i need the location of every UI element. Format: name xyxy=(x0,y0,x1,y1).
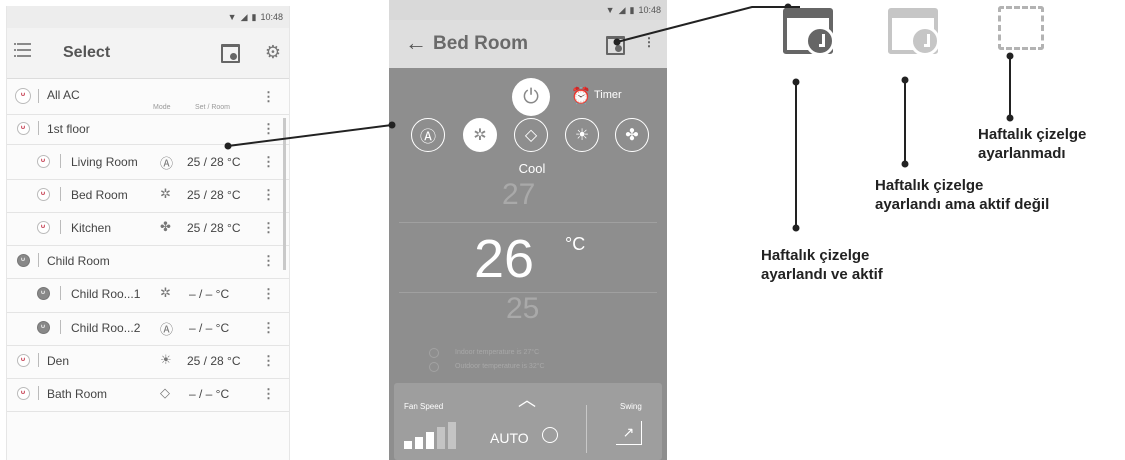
connector-dot xyxy=(613,38,621,46)
connector-dot xyxy=(1006,52,1014,60)
connector-line xyxy=(616,6,800,43)
schedule-active-icon xyxy=(783,8,835,56)
connector-dot xyxy=(901,76,909,84)
connector-dot xyxy=(901,160,909,168)
connector-dot xyxy=(792,78,800,86)
callout-schedule-unset: Haftalık çizelge ayarlanmadı xyxy=(978,126,1087,162)
schedule-inactive-icon xyxy=(888,8,940,56)
callout-schedule-active: Haftalık çizelge ayarlandı ve aktif xyxy=(761,247,883,283)
schedule-unset-icon xyxy=(998,6,1044,50)
callout-schedule-inactive: Haftalık çizelge ayarlandı ama aktif değ… xyxy=(875,177,1050,213)
connector-dot xyxy=(224,142,232,150)
connector-dot xyxy=(1006,114,1014,122)
connector-dot xyxy=(388,121,396,129)
connector-dot xyxy=(792,224,800,232)
connector-lines xyxy=(224,3,1014,232)
connector-line xyxy=(227,124,393,147)
